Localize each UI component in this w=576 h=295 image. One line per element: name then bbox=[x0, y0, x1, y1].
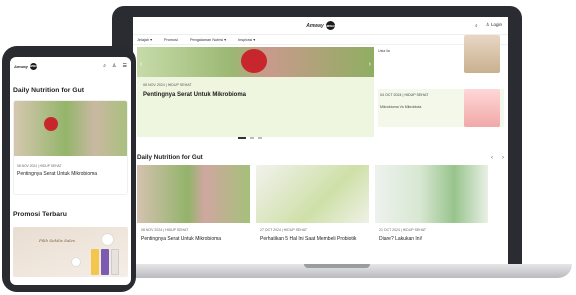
card-title: Pentingnya Serat Untuk Mikrobioma bbox=[141, 236, 222, 242]
side-articles: Usia lia 04 OCT 2024 | HIDUP SEHAT Mikro… bbox=[378, 35, 504, 137]
card-meta: 21 OCT 2024 | HIDUP SEHAT bbox=[379, 228, 427, 232]
login-link[interactable]: ♙ Login bbox=[486, 22, 502, 28]
nav-item-promosi[interactable]: Promosi bbox=[164, 38, 178, 42]
hero-next-arrow-icon[interactable]: › bbox=[369, 61, 371, 68]
side-article-thumb bbox=[464, 35, 500, 73]
search-icon[interactable]: ⌕ bbox=[103, 63, 106, 69]
next-arrow-icon[interactable]: › bbox=[502, 155, 504, 161]
side-article-1[interactable]: Usia lia bbox=[378, 35, 504, 85]
article-card[interactable]: 21 OCT 2024 | HIDUP SEHAT Diare? Lakukan… bbox=[375, 165, 488, 260]
product-tube-icon bbox=[111, 249, 119, 275]
phone-card-title: Pentingnya Serat Untuk Mikrobioma bbox=[17, 171, 98, 177]
promo-section-title: Promosi Terbaru bbox=[13, 211, 67, 218]
card-image bbox=[137, 165, 250, 223]
article-card[interactable]: 08 NOV 2024 | HIDUP SEHAT Pentingnya Ser… bbox=[137, 165, 250, 260]
phone-card-image bbox=[14, 101, 127, 156]
card-image bbox=[375, 165, 488, 223]
card-meta: 27 OCT 2024 | HIDUP SEHAT bbox=[260, 228, 308, 232]
section-title: Daily Nutrition for Gut bbox=[137, 154, 203, 161]
logo-mark: AMWAY bbox=[325, 21, 336, 30]
phone-logo[interactable]: Amway AMWAY bbox=[14, 62, 39, 70]
logo-word: Amway bbox=[306, 22, 324, 29]
product-tube-icon bbox=[101, 249, 109, 275]
phone-section-title: Daily Nutrition for Gut bbox=[13, 87, 84, 94]
user-icon: ♙ bbox=[485, 22, 490, 27]
hero-title: Pentingnya Serat Untuk Mikrobioma bbox=[143, 92, 247, 98]
menu-icon[interactable]: ☰ bbox=[123, 63, 127, 69]
hero-date: 08 NOV 2024 | HIDUP SEHAT bbox=[143, 83, 192, 87]
card-title: Diare? Lakukan Ini! bbox=[379, 236, 423, 242]
logo-mark: AMWAY bbox=[28, 62, 39, 70]
phone-card-meta: 08 NOV 2024 | HIDUP SEHAT bbox=[17, 164, 62, 168]
product-tube-icon bbox=[91, 249, 99, 275]
search-icon[interactable]: ⌕ bbox=[475, 23, 478, 28]
nav-item-inspirasi[interactable]: Inspirasi ▾ bbox=[238, 37, 255, 42]
laptop-screen: Amway AMWAY ⌕ ♙ Login Jelajah ▾ Promosi … bbox=[133, 17, 508, 264]
carousel-dots[interactable] bbox=[238, 137, 262, 139]
site-header: Amway AMWAY ⌕ ♙ Login bbox=[133, 17, 508, 35]
hero-banner[interactable]: ‹ › 08 NOV 2024 | HIDUP SEHAT Pentingnya… bbox=[137, 47, 374, 137]
login-label: Login bbox=[490, 22, 502, 27]
card-image bbox=[256, 165, 369, 223]
hero-prev-arrow-icon[interactable]: ‹ bbox=[140, 61, 142, 68]
phone-screen: Amway AMWAY ⌕ ♙ ☰ Daily Nutrition for Gu… bbox=[10, 57, 131, 285]
main-nav: Jelajah ▾ Promosi Pengalaman Nutrisi ▾ I… bbox=[133, 35, 508, 45]
phone-article-card[interactable]: 08 NOV 2024 | HIDUP SEHAT Pentingnya Ser… bbox=[13, 100, 128, 195]
logo-word: Amway bbox=[14, 63, 29, 69]
hero-image bbox=[137, 47, 374, 77]
laptop-notch bbox=[304, 264, 370, 268]
promo-badge-icon bbox=[101, 233, 114, 246]
user-icon[interactable]: ♙ bbox=[112, 63, 116, 69]
promo-banner[interactable]: Pilih Sekilis Sales bbox=[13, 227, 128, 277]
nav-item-jelajah[interactable]: Jelajah ▾ bbox=[137, 37, 152, 42]
promo-badge-icon bbox=[71, 257, 81, 267]
promo-script: Pilih Sekilis Sales bbox=[39, 238, 75, 243]
article-card[interactable]: 27 OCT 2024 | HIDUP SEHAT Perhatikan 5 H… bbox=[256, 165, 369, 260]
site-logo[interactable]: Amway AMWAY bbox=[306, 21, 336, 30]
card-title: Perhatikan 5 Hal Ini Saat Membeli Probio… bbox=[260, 236, 357, 242]
phone-header: Amway AMWAY ⌕ ♙ ☰ bbox=[10, 57, 131, 75]
nav-item-pengalaman-nutrisi[interactable]: Pengalaman Nutrisi ▾ bbox=[190, 37, 226, 42]
prev-arrow-icon[interactable]: ‹ bbox=[491, 155, 493, 161]
card-meta: 08 NOV 2024 | HIDUP SEHAT bbox=[141, 228, 189, 232]
side-article-2[interactable]: 04 OCT 2024 | HIDUP SEHAT Mikrobioma Vs … bbox=[378, 89, 504, 127]
side-article-thumb bbox=[464, 89, 500, 127]
